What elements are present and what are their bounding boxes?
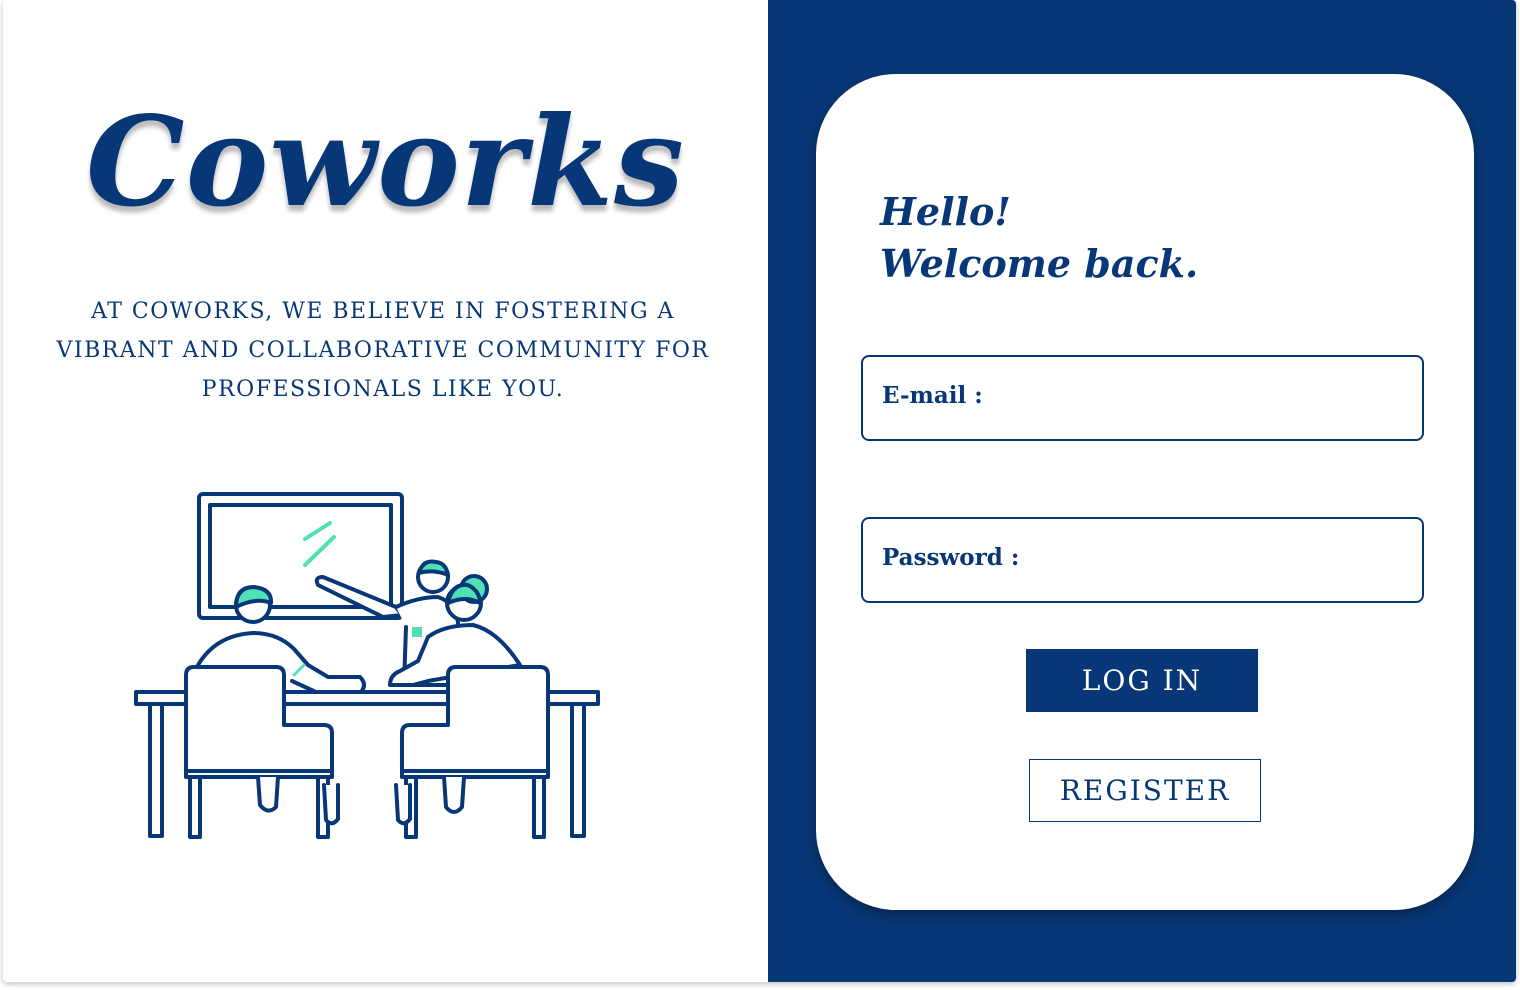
tagline: AT COWORKS, WE BELIEVE IN FOSTERING A VI… [56,299,710,402]
greeting-welcome: Welcome back. [880,241,1199,286]
team-meeting-illustration [134,492,600,839]
brand-logo: Coworks [86,90,685,235]
greeting-hello: Hello! [880,189,1011,234]
password-field[interactable]: Password : [861,517,1424,603]
brand-panel: Coworks AT COWORKS, WE BELIEVE IN FOSTER… [3,0,768,982]
email-label: E-mail : [882,382,983,409]
password-input[interactable] [1023,533,1408,589]
email-field[interactable]: E-mail : [861,355,1424,441]
login-panel: Hello! Welcome back. E-mail : Password :… [768,0,1516,982]
register-button[interactable]: REGISTER [1029,759,1261,822]
login-card: Hello! Welcome back. E-mail : Password :… [816,74,1474,910]
email-input[interactable] [983,371,1408,427]
greeting: Hello! Welcome back. [880,186,1198,290]
login-button[interactable]: LOG IN [1026,649,1258,712]
app-window: Coworks AT COWORKS, WE BELIEVE IN FOSTER… [3,0,1516,982]
password-label: Password : [882,544,1020,571]
